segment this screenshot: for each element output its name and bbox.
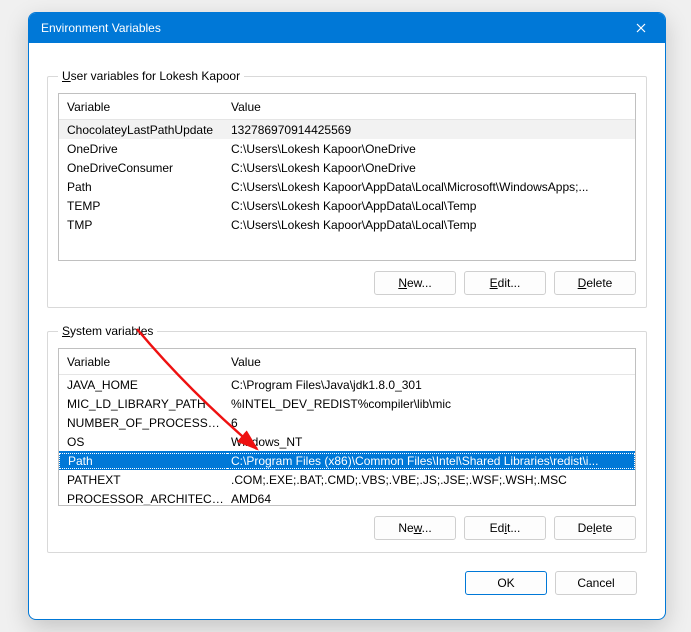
cell-value: C:\Users\Lokesh Kapoor\AppData\Local\Tem… — [227, 199, 635, 213]
table-row[interactable]: NUMBER_OF_PROCESSORS6 — [59, 413, 635, 432]
column-header-value[interactable]: Value — [227, 100, 635, 114]
table-row[interactable]: OneDriveC:\Users\Lokesh Kapoor\OneDrive — [59, 139, 635, 158]
cell-value: C:\Program Files (x86)\Common Files\Inte… — [227, 453, 635, 469]
new-system-var-button[interactable]: New... — [374, 516, 456, 540]
table-row[interactable]: ChocolateyLastPathUpdate1327869709144255… — [59, 120, 635, 139]
cell-variable: Path — [59, 453, 227, 469]
cell-variable: OS — [59, 435, 227, 449]
cell-variable: PROCESSOR_ARCHITECTURE — [59, 492, 227, 506]
table-row[interactable]: MIC_LD_LIBRARY_PATH%INTEL_DEV_REDIST%com… — [59, 394, 635, 413]
edit-user-var-button[interactable]: Edit... — [464, 271, 546, 295]
cell-variable: OneDriveConsumer — [59, 161, 227, 175]
cell-value: 6 — [227, 416, 635, 430]
dialog-footer: OK Cancel — [47, 571, 647, 595]
table-row[interactable]: OSWindows_NT — [59, 432, 635, 451]
cell-value: Windows_NT — [227, 435, 635, 449]
user-rows: ChocolateyLastPathUpdate1327869709144255… — [59, 120, 635, 260]
cell-variable: JAVA_HOME — [59, 378, 227, 392]
cell-variable: ChocolateyLastPathUpdate — [59, 123, 227, 137]
cell-variable: TEMP — [59, 199, 227, 213]
user-buttons: New... Edit... Delete — [58, 271, 636, 295]
dialog-content: User variables for Lokesh Kapoor Variabl… — [29, 43, 665, 611]
system-variables-group: System variables Variable Value JAVA_HOM… — [47, 324, 647, 553]
table-row[interactable]: JAVA_HOMEC:\Program Files\Java\jdk1.8.0_… — [59, 375, 635, 394]
cell-variable: TMP — [59, 218, 227, 232]
cell-variable: NUMBER_OF_PROCESSORS — [59, 416, 227, 430]
environment-variables-dialog: Environment Variables User variables for… — [28, 12, 666, 620]
window-title: Environment Variables — [41, 21, 629, 35]
table-row[interactable]: PathC:\Program Files (x86)\Common Files\… — [59, 451, 635, 470]
cell-value: %INTEL_DEV_REDIST%compiler\lib\mic — [227, 397, 635, 411]
column-header-variable[interactable]: Variable — [59, 355, 227, 369]
cell-variable: PATHEXT — [59, 473, 227, 487]
cell-value: C:\Users\Lokesh Kapoor\AppData\Local\Mic… — [227, 180, 635, 194]
system-rows: JAVA_HOMEC:\Program Files\Java\jdk1.8.0_… — [59, 375, 635, 505]
table-row[interactable]: PATHEXT.COM;.EXE;.BAT;.CMD;.VBS;.VBE;.JS… — [59, 470, 635, 489]
system-variables-list[interactable]: Variable Value JAVA_HOMEC:\Program Files… — [58, 348, 636, 506]
cancel-button[interactable]: Cancel — [555, 571, 637, 595]
cell-value: AMD64 — [227, 492, 635, 506]
cell-value: 132786970914425569 — [227, 123, 635, 137]
cell-value: C:\Program Files\Java\jdk1.8.0_301 — [227, 378, 635, 392]
close-icon — [636, 23, 646, 33]
table-row[interactable]: PROCESSOR_ARCHITECTUREAMD64 — [59, 489, 635, 505]
cell-value: C:\Users\Lokesh Kapoor\AppData\Local\Tem… — [227, 218, 635, 232]
column-header-value[interactable]: Value — [227, 355, 635, 369]
delete-user-var-button[interactable]: Delete — [554, 271, 636, 295]
delete-system-var-button[interactable]: Delete — [554, 516, 636, 540]
edit-system-var-button[interactable]: Edit... — [464, 516, 546, 540]
list-header: Variable Value — [59, 349, 635, 375]
user-variables-list[interactable]: Variable Value ChocolateyLastPathUpdate1… — [58, 93, 636, 261]
cell-variable: Path — [59, 180, 227, 194]
cell-variable: OneDrive — [59, 142, 227, 156]
cell-variable: MIC_LD_LIBRARY_PATH — [59, 397, 227, 411]
cell-value: .COM;.EXE;.BAT;.CMD;.VBS;.VBE;.JS;.JSE;.… — [227, 473, 635, 487]
user-variables-group: User variables for Lokesh Kapoor Variabl… — [47, 69, 647, 308]
table-row[interactable]: TMPC:\Users\Lokesh Kapoor\AppData\Local\… — [59, 215, 635, 234]
user-variables-legend: User variables for Lokesh Kapoor — [58, 69, 244, 83]
new-user-var-button[interactable]: New... — [374, 271, 456, 295]
table-row[interactable]: PathC:\Users\Lokesh Kapoor\AppData\Local… — [59, 177, 635, 196]
column-header-variable[interactable]: Variable — [59, 100, 227, 114]
table-row[interactable]: TEMPC:\Users\Lokesh Kapoor\AppData\Local… — [59, 196, 635, 215]
ok-button[interactable]: OK — [465, 571, 547, 595]
cell-value: C:\Users\Lokesh Kapoor\OneDrive — [227, 161, 635, 175]
list-header: Variable Value — [59, 94, 635, 120]
system-buttons: New... Edit... Delete — [58, 516, 636, 540]
close-button[interactable] — [629, 16, 653, 40]
titlebar: Environment Variables — [29, 13, 665, 43]
cell-value: C:\Users\Lokesh Kapoor\OneDrive — [227, 142, 635, 156]
table-row[interactable]: OneDriveConsumerC:\Users\Lokesh Kapoor\O… — [59, 158, 635, 177]
system-variables-legend: System variables — [58, 324, 157, 338]
